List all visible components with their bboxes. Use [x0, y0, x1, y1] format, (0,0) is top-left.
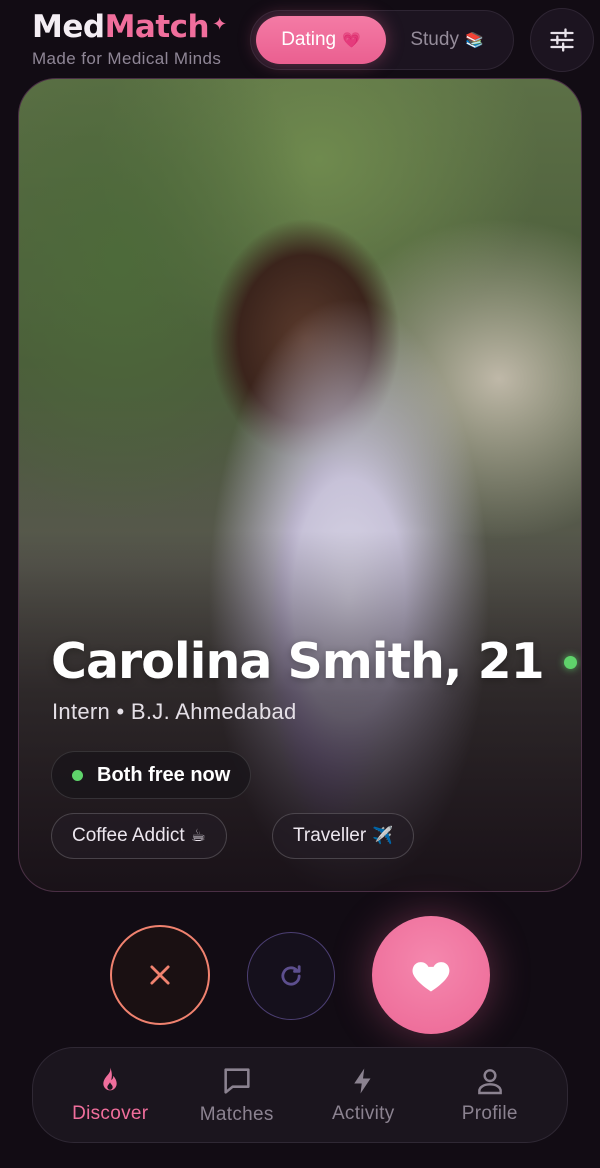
mode-dating-label: Dating [281, 29, 337, 50]
like-button[interactable] [372, 916, 490, 1034]
coffee-emoji-icon: ☕ [190, 826, 206, 845]
app-tagline: Made for Medical Minds [32, 49, 222, 68]
bottom-nav: Discover Matches Activity Profile [32, 1047, 568, 1143]
availability-dot [72, 769, 83, 781]
heart-emoji-icon: 💗 [342, 32, 361, 49]
availability-text: Both free now [97, 763, 231, 786]
nav-item-profile[interactable]: Profile [435, 1065, 545, 1125]
mode-study-button[interactable]: Study 📚 [386, 16, 508, 64]
subtitle-separator: • [116, 699, 125, 724]
app-brand: Med Match ✦ Made for Medical Minds [32, 8, 227, 69]
app-logo: Med Match ✦ [32, 8, 227, 46]
user-icon [477, 1069, 502, 1095]
profile-subtitle: Intern • B.J. Ahmedabad [52, 699, 297, 725]
profile-name-row: Carolina Smith, 21 [51, 627, 577, 697]
refresh-icon [281, 965, 301, 986]
books-emoji-icon: 📚 [464, 32, 484, 49]
interest-chip-coffee: Coffee Addict ☕ [51, 813, 227, 859]
nav-label: Profile [461, 1103, 518, 1124]
close-icon [150, 965, 170, 985]
mode-dating-button[interactable]: Dating 💗 [256, 16, 386, 64]
chat-bubble-icon [224, 1068, 250, 1094]
logo-text-match: Match [104, 9, 210, 45]
nav-label: Activity [331, 1103, 395, 1124]
profile-institution: B.J. Ahmedabad [130, 699, 297, 724]
nav-label: Matches [199, 1104, 274, 1125]
profile-card[interactable]: Carolina Smith, 21 Intern • B.J. Ahmedab… [18, 78, 582, 892]
nav-label: Discover [72, 1103, 149, 1124]
filter-button[interactable] [530, 8, 594, 72]
interest-label: Coffee Addict [72, 825, 185, 846]
nav-item-discover[interactable]: Discover [55, 1065, 165, 1125]
mode-toggle: Dating 💗 Study 📚 [250, 10, 514, 70]
bolt-icon [354, 1068, 371, 1094]
nav-item-activity[interactable]: Activity [308, 1065, 418, 1125]
online-status-dot [563, 655, 577, 669]
airplane-emoji-icon: ✈️ [372, 826, 394, 845]
availability-badge: Both free now [51, 751, 252, 799]
profile-name: Carolina Smith, 21 [51, 633, 545, 690]
sliders-icon [550, 28, 574, 52]
interest-chip-traveller: Traveller ✈️ [272, 813, 415, 859]
logo-text-med: Med [32, 9, 105, 45]
sparkle-icon: ✦ [212, 14, 227, 35]
interest-label: Traveller [293, 825, 367, 846]
pass-button[interactable] [110, 925, 210, 1025]
nav-item-matches[interactable]: Matches [182, 1064, 292, 1126]
mode-study-label: Study [410, 29, 459, 50]
flame-icon [103, 1067, 117, 1091]
profile-role: Intern [52, 699, 111, 724]
heart-icon [412, 962, 450, 992]
undo-button[interactable] [247, 932, 335, 1020]
